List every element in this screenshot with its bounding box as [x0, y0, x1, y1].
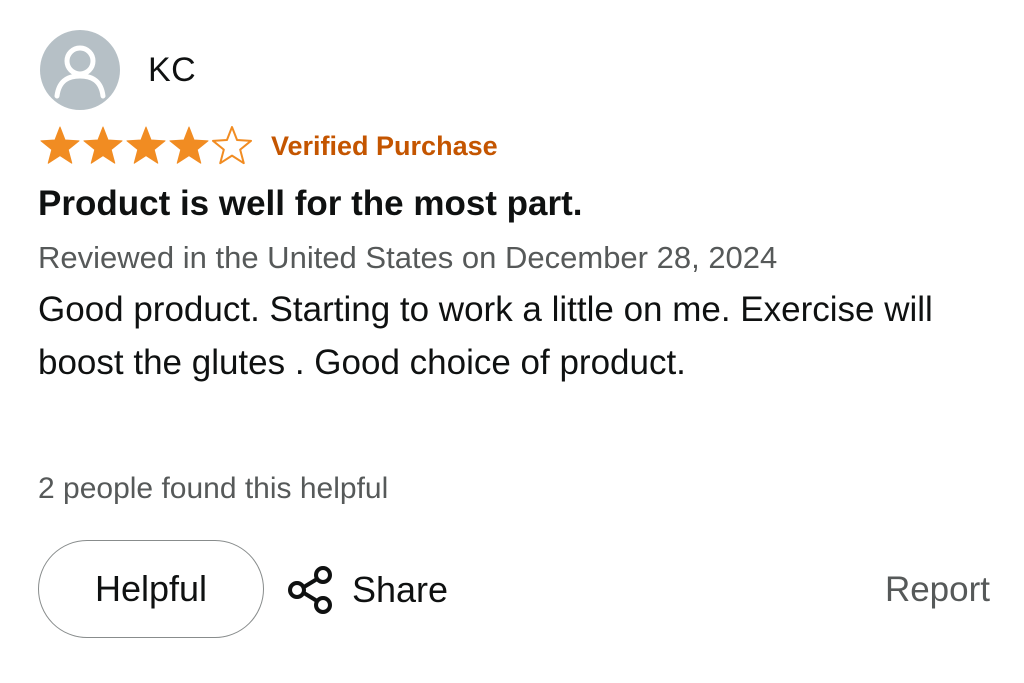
star-filled-icon — [40, 126, 80, 164]
helpful-count: 2 people found this helpful — [38, 472, 389, 505]
review-body: Good product. Starting to work a little … — [38, 290, 933, 382]
star-filled-icon — [169, 126, 209, 164]
star-filled-icon — [83, 126, 123, 164]
review-title[interactable]: Product is well for the most part. — [38, 184, 583, 224]
review-actions: Helpful Share Report — [38, 540, 990, 640]
share-label: Share — [352, 569, 449, 610]
rating-row: Verified Purchase — [38, 124, 498, 168]
share-button[interactable]: Share — [284, 540, 448, 640]
review-card: KC Verified Purchase Product is well for… — [0, 0, 1024, 683]
star-empty-icon — [211, 126, 253, 165]
star-rating[interactable] — [38, 124, 253, 168]
review-meta: Reviewed in the United States on Decembe… — [38, 240, 778, 275]
verified-purchase-badge: Verified Purchase — [271, 130, 498, 161]
star-filled-icon — [126, 126, 166, 164]
helpful-button[interactable]: Helpful — [38, 540, 264, 638]
reviewer-name: KC — [148, 50, 197, 89]
avatar — [40, 30, 120, 110]
report-link[interactable]: Report — [885, 540, 990, 640]
user-icon — [54, 45, 106, 99]
share-icon — [288, 566, 332, 614]
reviewer-profile[interactable]: KC — [40, 30, 196, 110]
